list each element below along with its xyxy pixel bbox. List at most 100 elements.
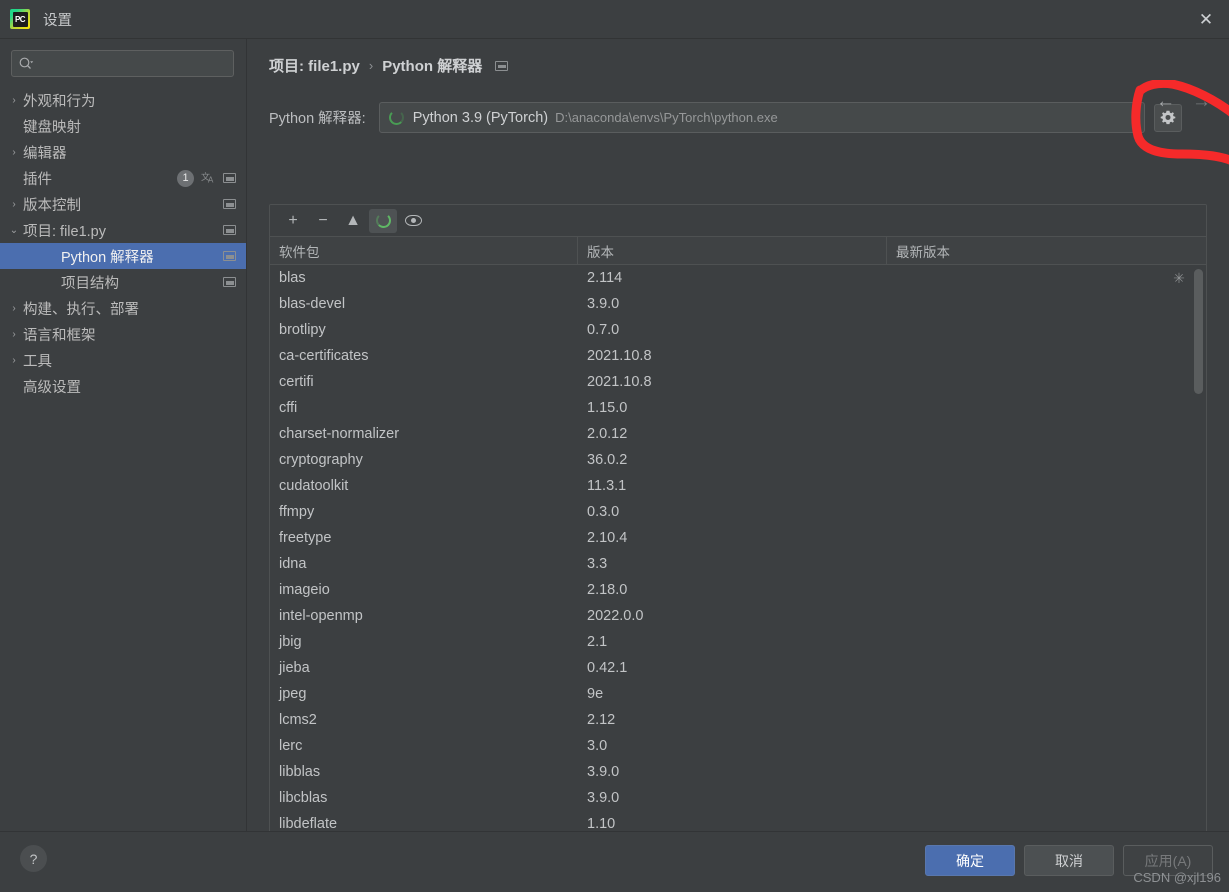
cell-version: 3.0 — [587, 738, 608, 754]
close-icon[interactable]: ✕ — [1183, 0, 1229, 39]
translate-icon: 文 A — [201, 170, 216, 186]
chevron-right-icon[interactable]: › — [5, 147, 23, 158]
cell-version: 2.1 — [587, 634, 608, 650]
add-package-button[interactable]: + — [279, 209, 307, 233]
table-row[interactable]: certifi 2021.10.8 — [270, 369, 1206, 395]
sidebar-item-project[interactable]: ⌄ 项目: file1.py — [0, 217, 246, 243]
window-icon — [223, 277, 236, 287]
table-row[interactable]: ca-certificates 2021.10.8 — [270, 343, 1206, 369]
sidebar-item-version-control[interactable]: › 版本控制 — [0, 191, 246, 217]
window-icon — [223, 251, 236, 261]
vertical-scrollbar[interactable] — [1194, 269, 1203, 394]
sidebar-item-label: 项目结构 — [61, 275, 119, 292]
sidebar-item-project-structure[interactable]: 项目结构 — [0, 269, 246, 295]
sidebar-item-label: 外观和行为 — [23, 93, 96, 110]
cell-version: 3.9.0 — [587, 764, 620, 780]
table-row[interactable]: charset-normalizer 2.0.12 — [270, 421, 1206, 447]
refresh-packages-button[interactable] — [369, 208, 397, 233]
column-header-version[interactable]: 版本 — [578, 237, 887, 264]
cell-version: 2022.0.0 — [587, 608, 644, 624]
ok-button[interactable]: 确定 — [925, 845, 1015, 876]
back-arrow-icon[interactable]: ← — [1156, 92, 1175, 111]
table-row[interactable]: cryptography 36.0.2 — [270, 447, 1206, 473]
interpreter-row: Python 解释器: Python 3.9 (PyTorch) D:\anac… — [248, 102, 1229, 133]
sidebar-item-adornments — [223, 199, 236, 209]
table-row[interactable]: lerc 3.0 — [270, 733, 1206, 759]
eye-icon — [404, 215, 422, 226]
cell-version: 3.9.0 — [587, 790, 620, 806]
upgrade-package-button[interactable]: ▲ — [339, 209, 367, 233]
show-early-releases-button[interactable] — [399, 209, 427, 233]
table-row[interactable]: jpeg 9e — [270, 681, 1206, 707]
cancel-button[interactable]: 取消 — [1024, 845, 1114, 876]
sidebar-item-keymap[interactable]: 键盘映射 — [0, 113, 246, 139]
cell-package: cryptography — [279, 452, 363, 468]
cell-package: jieba — [279, 660, 310, 676]
sidebar-item-label: 语言和框架 — [23, 327, 96, 344]
table-row[interactable]: libblas 3.9.0 — [270, 759, 1206, 785]
table-row[interactable]: idna 3.3 — [270, 551, 1206, 577]
column-header-latest-version[interactable]: 最新版本 — [887, 237, 1206, 264]
sidebar-item-adornments — [223, 251, 236, 261]
remove-package-button[interactable]: − — [309, 209, 337, 233]
cell-version: 2.114 — [587, 270, 623, 286]
sidebar-item-adornments — [223, 225, 236, 235]
main-panel: 项目: file1.py › Python 解释器 ← → Python 解释器… — [248, 39, 1229, 854]
table-row[interactable]: blas-devel 3.9.0 — [270, 291, 1206, 317]
search-wrapper — [0, 39, 246, 77]
sidebar-item-adornments — [223, 277, 236, 287]
cell-package: lerc — [279, 738, 303, 754]
cell-version: 11.3.1 — [587, 478, 627, 494]
interpreter-combobox[interactable]: Python 3.9 (PyTorch) D:\anaconda\envs\Py… — [378, 102, 1145, 133]
table-row[interactable]: libcblas 3.9.0 — [270, 785, 1206, 811]
cell-package: jbig — [279, 634, 302, 650]
window-icon — [223, 199, 236, 209]
apply-button: 应用(A) — [1123, 845, 1213, 876]
sidebar-item-appearance[interactable]: › 外观和行为 — [0, 87, 246, 113]
table-row[interactable]: jieba 0.42.1 — [270, 655, 1206, 681]
help-button[interactable]: ? — [20, 845, 47, 872]
table-row[interactable]: ffmpy 0.3.0 — [270, 499, 1206, 525]
cell-package: imageio — [279, 582, 330, 598]
packages-panel: + − ▲ 软件包 版本 最新版本 ✳ blas 2.114 blas-deve… — [269, 204, 1207, 854]
cell-package: certifi — [279, 374, 314, 390]
chevron-right-icon[interactable]: › — [5, 355, 23, 366]
dialog-footer: ? 确定 取消 应用(A) CSDN @xjl196 — [0, 831, 1229, 892]
cell-package: blas — [279, 270, 306, 286]
table-row[interactable]: imageio 2.18.0 — [270, 577, 1206, 603]
packages-toolbar: + − ▲ — [270, 205, 1206, 237]
cell-package: blas-devel — [279, 296, 346, 312]
table-row[interactable]: blas 2.114 — [270, 265, 1206, 291]
sidebar-item-plugins[interactable]: 插件 1 文 A — [0, 165, 246, 191]
table-row[interactable]: jbig 2.1 — [270, 629, 1206, 655]
chevron-down-icon[interactable]: ⌄ — [5, 225, 23, 236]
sidebar-item-tools[interactable]: › 工具 — [0, 347, 246, 373]
search-input[interactable] — [38, 56, 226, 71]
breadcrumb-root[interactable]: 项目: file1.py — [269, 55, 360, 76]
table-row[interactable]: intel-openmp 2022.0.0 — [270, 603, 1206, 629]
packages-table-header: 软件包 版本 最新版本 — [270, 237, 1206, 265]
sidebar-item-languages-frameworks[interactable]: › 语言和框架 — [0, 321, 246, 347]
chevron-down-icon[interactable]: ▾ — [1133, 103, 1138, 132]
sidebar-item-label: Python 解释器 — [61, 249, 154, 266]
cell-version: 9e — [587, 686, 604, 702]
chevron-right-icon[interactable]: › — [5, 199, 23, 210]
sidebar-item-build-execution-deployment[interactable]: › 构建、执行、部署 — [0, 295, 246, 321]
sidebar-item-editor[interactable]: › 编辑器 — [0, 139, 246, 165]
search-box[interactable] — [11, 50, 234, 77]
chevron-right-icon[interactable]: › — [5, 329, 23, 340]
plugins-update-badge: 1 — [177, 169, 194, 187]
sidebar-item-advanced-settings[interactable]: 高级设置 — [0, 373, 246, 399]
table-row[interactable]: cudatoolkit 11.3.1 — [270, 473, 1206, 499]
column-header-package[interactable]: 软件包 — [270, 237, 578, 264]
chevron-right-icon[interactable]: › — [5, 303, 23, 314]
sidebar-item-python-interpreter[interactable]: Python 解释器 — [0, 243, 246, 269]
table-row[interactable]: brotlipy 0.7.0 — [270, 317, 1206, 343]
table-row[interactable]: lcms2 2.12 — [270, 707, 1206, 733]
forward-arrow-icon[interactable]: → — [1192, 92, 1211, 111]
search-icon — [19, 57, 34, 70]
cell-version: 1.10 — [587, 816, 616, 832]
table-row[interactable]: freetype 2.10.4 — [270, 525, 1206, 551]
chevron-right-icon[interactable]: › — [5, 95, 23, 106]
table-row[interactable]: cffi 1.15.0 — [270, 395, 1206, 421]
